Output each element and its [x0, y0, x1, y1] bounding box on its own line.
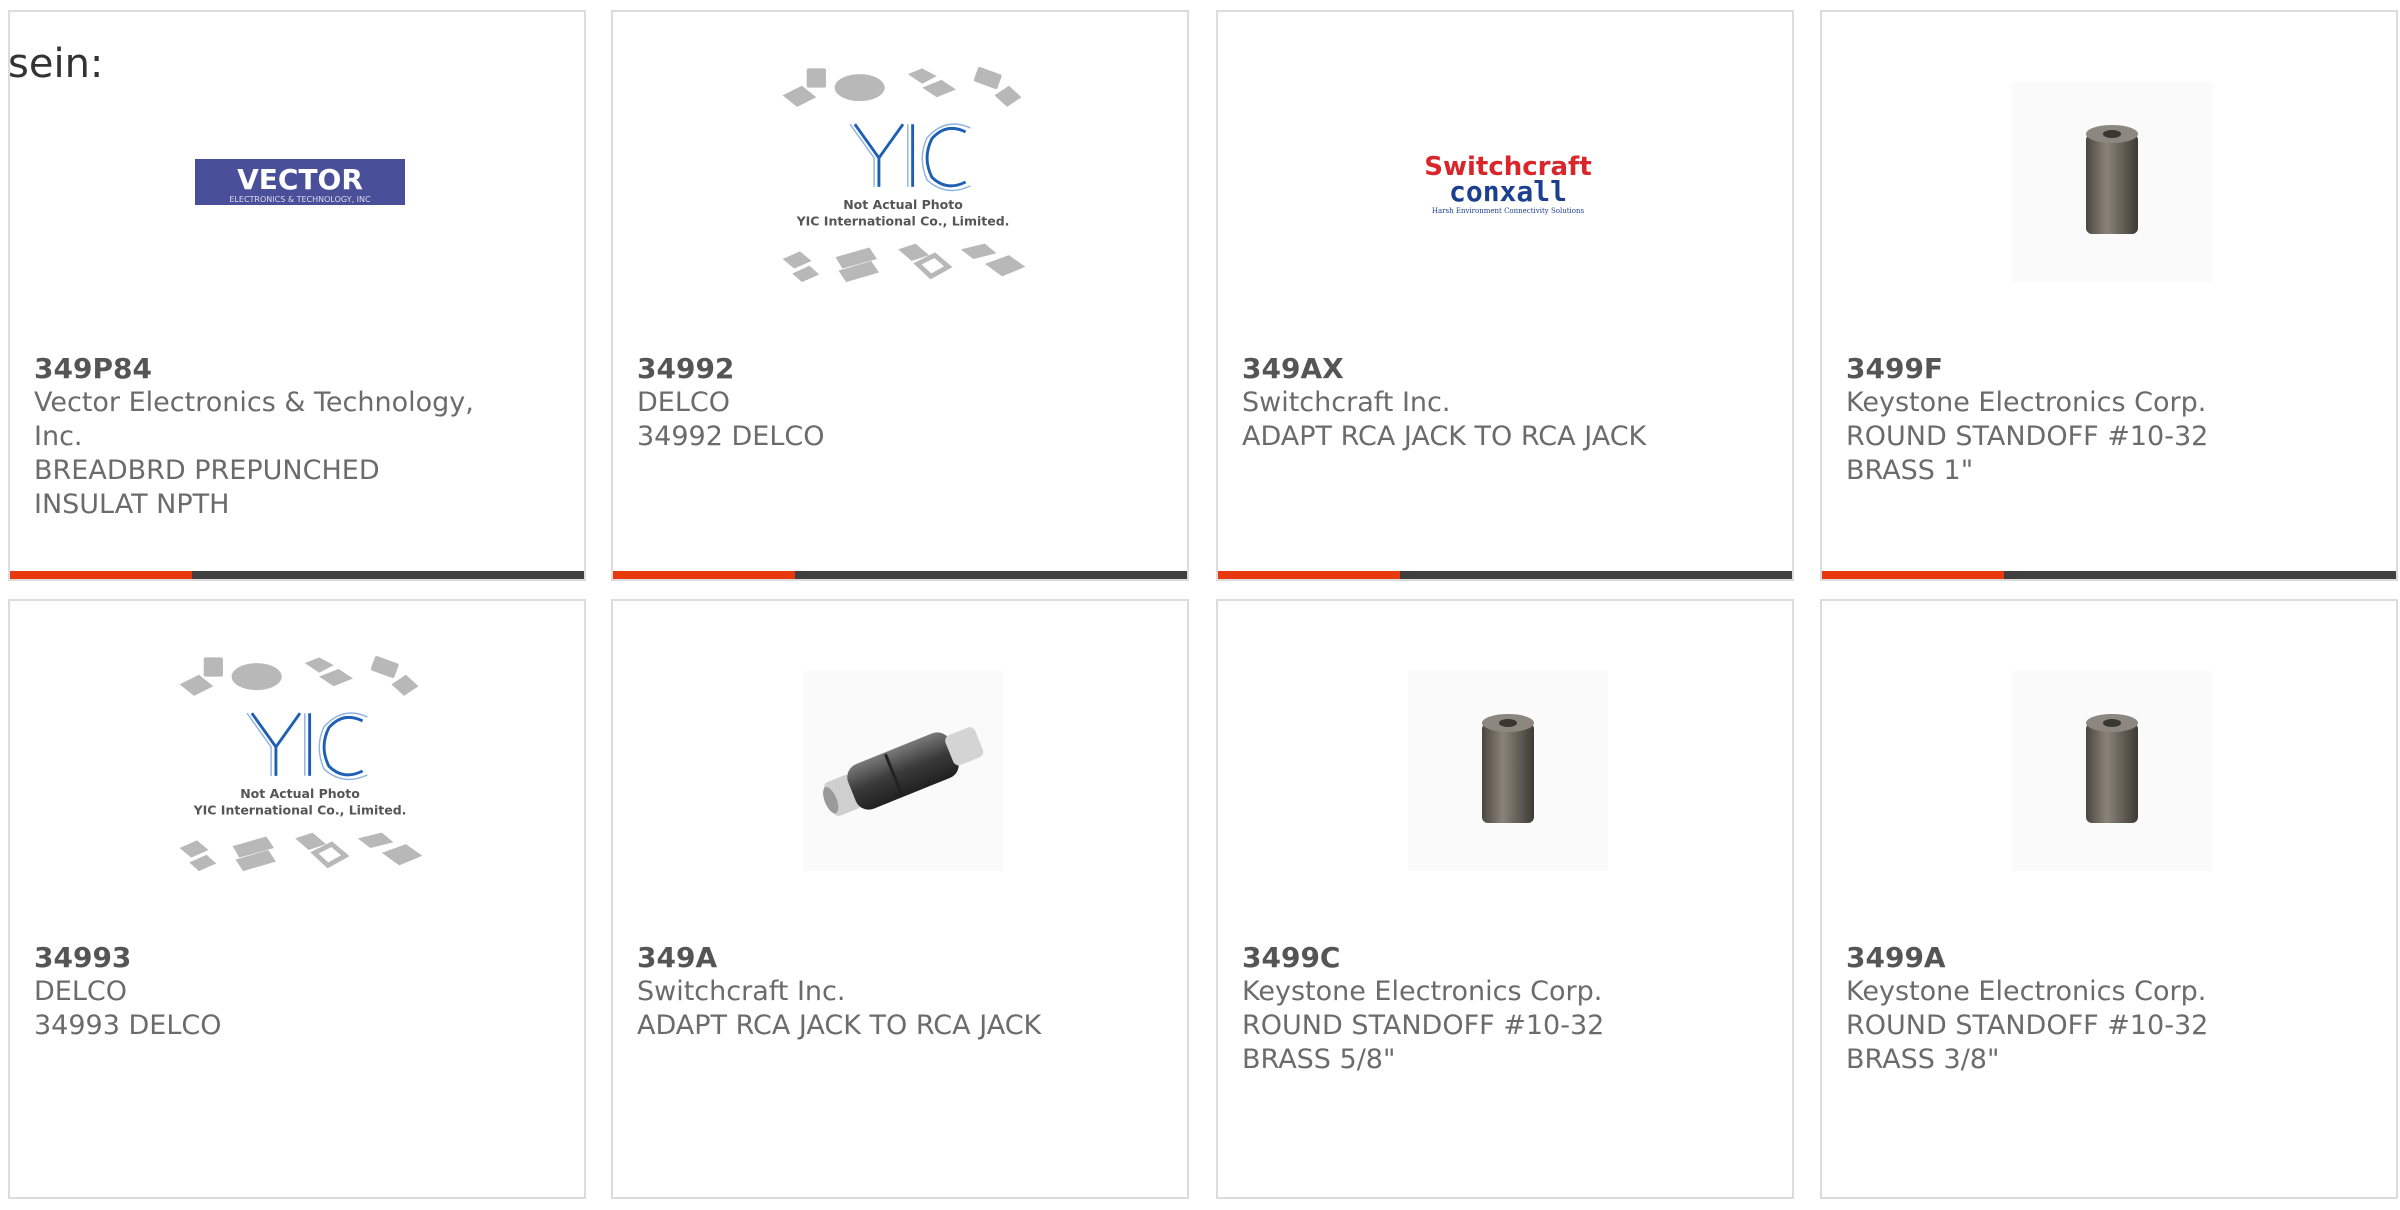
description: ROUND STANDOFF #10-32	[1846, 1010, 2209, 1041]
product-info: 34993 DELCO 34993 DELCO	[34, 941, 494, 1043]
card-bottom-bar	[10, 571, 584, 579]
switchcraft-logo-bottom: conxall	[1449, 175, 1567, 208]
description: 34992 DELCO	[637, 421, 825, 452]
vector-logo-image[interactable]: VECTOR ELECTRONICS & TECHNOLOGY, INC	[170, 72, 430, 292]
description: BREADBRD PREPUNCHED	[34, 455, 380, 486]
manufacturer: Keystone Electronics Corp.	[1846, 976, 2207, 1007]
manufacturer: Keystone Electronics Corp.	[1846, 387, 2207, 418]
card-bottom-bar	[613, 571, 1187, 579]
part-number[interactable]: 3499A	[1846, 941, 2306, 975]
description: ADAPT RCA JACK TO RCA JACK	[1242, 421, 1647, 452]
rca-adapter-photo[interactable]	[773, 661, 1033, 881]
product-card-349P84[interactable]: VECTOR ELECTRONICS & TECHNOLOGY, INC 349…	[8, 10, 586, 581]
vector-logo-sub: ELECTRONICS & TECHNOLOGY, INC	[229, 195, 371, 204]
product-grid: VECTOR ELECTRONICS & TECHNOLOGY, INC 349…	[8, 10, 2400, 1210]
part-number[interactable]: 34993	[34, 941, 494, 975]
manufacturer: Vector Electronics & Technology,	[34, 387, 474, 418]
product-info: 349A Switchcraft Inc. ADAPT RCA JACK TO …	[637, 941, 1097, 1043]
yic-placeholder-image[interactable]: Not Actual Photo YIC International Co., …	[773, 67, 1033, 292]
placeholder-line1: Not Actual Photo	[843, 197, 963, 212]
placeholder-line2: YIC International Co., Limited.	[193, 802, 407, 817]
vector-logo-text: VECTOR	[237, 163, 363, 196]
description: ROUND STANDOFF #10-32	[1242, 1010, 1605, 1041]
part-number[interactable]: 34992	[637, 352, 1097, 386]
part-number[interactable]: 349P84	[34, 352, 494, 386]
card-bottom-bar	[1822, 571, 2396, 579]
manufacturer: DELCO	[637, 387, 730, 418]
description-cont: BRASS 1"	[1846, 455, 1974, 486]
manufacturer: DELCO	[34, 976, 127, 1007]
card-accent	[1822, 571, 2004, 579]
card-bottom-bar	[1218, 571, 1792, 579]
part-number[interactable]: 349AX	[1242, 352, 1702, 386]
standoff-photo[interactable]	[1378, 661, 1638, 881]
manufacturer: Switchcraft Inc.	[1242, 387, 1451, 418]
part-number[interactable]: 3499F	[1846, 352, 2306, 386]
manufacturer: Switchcraft Inc.	[637, 976, 846, 1007]
product-info: 349AX Switchcraft Inc. ADAPT RCA JACK TO…	[1242, 352, 1702, 454]
product-info: 34992 DELCO 34992 DELCO	[637, 352, 1097, 454]
part-number[interactable]: 3499C	[1242, 941, 1702, 975]
yic-placeholder-image[interactable]: Not Actual Photo YIC International Co., …	[170, 656, 430, 881]
description: 34993 DELCO	[34, 1010, 222, 1041]
switchcraft-logo-image[interactable]: Switchcraft conxall Harsh Environment Co…	[1378, 72, 1638, 292]
product-card-34993[interactable]: Not Actual Photo YIC International Co., …	[8, 599, 586, 1199]
card-accent	[613, 571, 795, 579]
product-info: 3499F Keystone Electronics Corp. ROUND S…	[1846, 352, 2306, 488]
part-number[interactable]: 349A	[637, 941, 1097, 975]
placeholder-line1: Not Actual Photo	[240, 786, 360, 801]
description-cont: BRASS 5/8"	[1242, 1044, 1396, 1075]
product-info: 3499C Keystone Electronics Corp. ROUND S…	[1242, 941, 1702, 1077]
product-card-3499F[interactable]: 3499F Keystone Electronics Corp. ROUND S…	[1820, 10, 2398, 581]
product-info: 3499A Keystone Electronics Corp. ROUND S…	[1846, 941, 2306, 1077]
card-accent	[10, 571, 192, 579]
standoff-photo[interactable]	[1982, 72, 2242, 292]
standoff-photo[interactable]	[1982, 661, 2242, 881]
switchcraft-logo-tag: Harsh Environment Connectivity Solutions	[1432, 207, 1585, 215]
product-info: 349P84 Vector Electronics & Technology, …	[34, 352, 494, 522]
description-cont: INSULAT NPTH	[34, 489, 230, 520]
description: ADAPT RCA JACK TO RCA JACK	[637, 1010, 1042, 1041]
product-card-349AX[interactable]: Switchcraft conxall Harsh Environment Co…	[1216, 10, 1794, 581]
manufacturer: Keystone Electronics Corp.	[1242, 976, 1603, 1007]
product-card-3499C[interactable]: 3499C Keystone Electronics Corp. ROUND S…	[1216, 599, 1794, 1199]
product-card-34992[interactable]: Not Actual Photo YIC International Co., …	[611, 10, 1189, 581]
product-card-349A[interactable]: 349A Switchcraft Inc. ADAPT RCA JACK TO …	[611, 599, 1189, 1199]
card-accent	[1218, 571, 1400, 579]
manufacturer-cont: Inc.	[34, 421, 83, 452]
placeholder-line2: YIC International Co., Limited.	[796, 213, 1010, 228]
lead-text: sein:	[8, 41, 104, 87]
description: ROUND STANDOFF #10-32	[1846, 421, 2209, 452]
description-cont: BRASS 3/8"	[1846, 1044, 2000, 1075]
product-card-3499A[interactable]: 3499A Keystone Electronics Corp. ROUND S…	[1820, 599, 2398, 1199]
